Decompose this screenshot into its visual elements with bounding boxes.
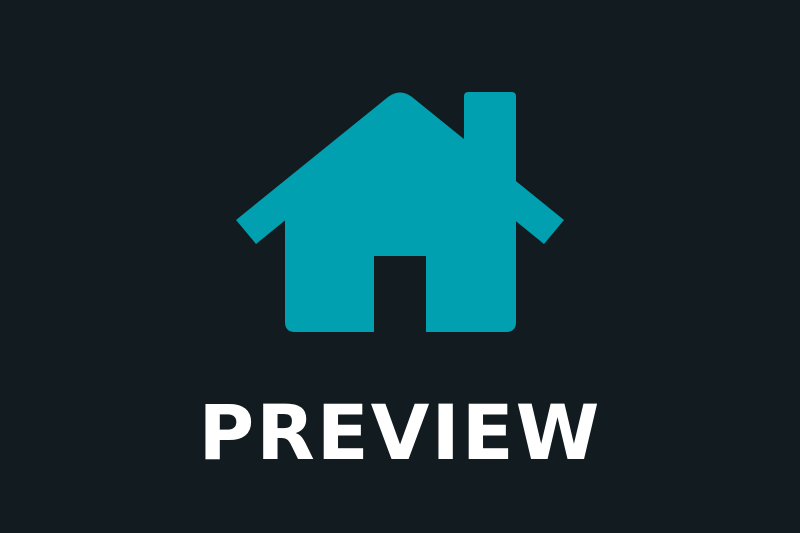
preview-canvas: PREVIEW [0,0,800,533]
preview-label: PREVIEW [198,388,602,477]
